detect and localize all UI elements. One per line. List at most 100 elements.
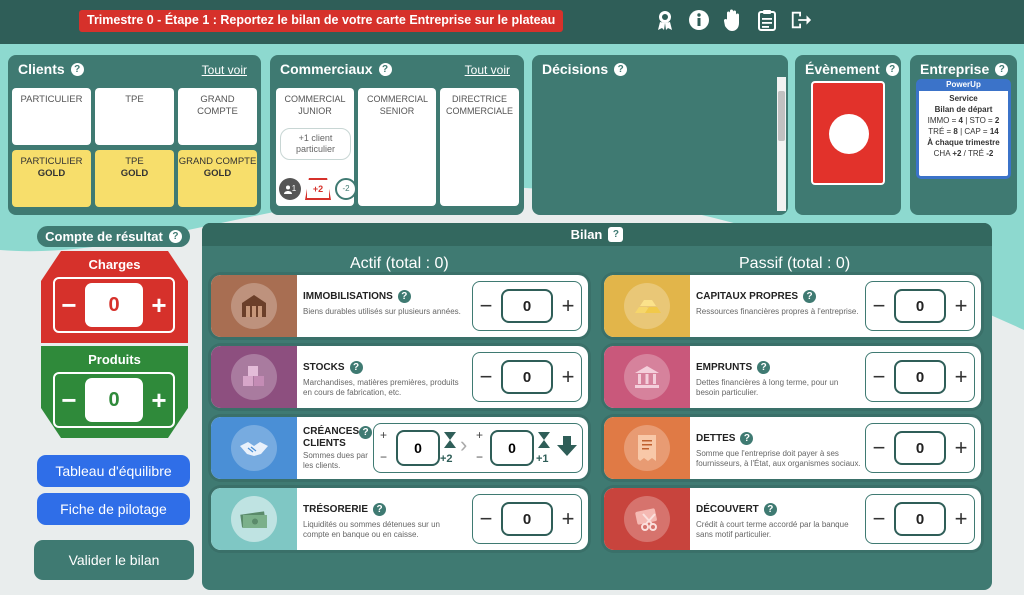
tresorerie-plus-button[interactable]: + <box>561 506 575 532</box>
clients-see-all-link[interactable]: Tout voir <box>202 63 247 77</box>
produits-block: Produits − 0 + <box>41 346 188 438</box>
produits-plus-button[interactable]: + <box>150 385 168 416</box>
help-icon[interactable]: ? <box>885 62 899 76</box>
commercial-senior-card[interactable]: COMMERCIAL SENIOR <box>358 88 436 206</box>
directrice-commerciale-card[interactable]: DIRECTRICE COMMERCIALE <box>440 88 519 206</box>
produits-counter: − 0 + <box>53 372 175 428</box>
row-title: TRÉSORERIE? <box>303 503 387 516</box>
stocks-plus-button[interactable]: + <box>561 364 575 390</box>
help-icon[interactable]: ? <box>168 230 182 243</box>
dettes-plus-button[interactable]: + <box>954 435 968 461</box>
help-icon[interactable]: ? <box>614 62 628 76</box>
produits-minus-button[interactable]: − <box>60 385 78 416</box>
card-scissors-icon <box>624 496 670 542</box>
delay-badge: -2 <box>335 178 357 200</box>
creances-plus-2-button[interactable]: + <box>476 428 483 442</box>
client-card-tpe-gold[interactable]: TPE GOLD <box>95 150 174 207</box>
clients-title-text: Clients <box>18 61 65 77</box>
event-card[interactable] <box>811 81 885 185</box>
arrow-down-icon[interactable] <box>557 436 577 461</box>
help-icon[interactable]: ? <box>359 426 372 439</box>
client-card-grand-compte-gold[interactable]: GRAND COMPTE GOLD <box>178 150 257 207</box>
commercial-card-label: COMMERCIAL JUNIOR <box>284 94 346 116</box>
compte-resultat-title-text: Compte de résultat <box>45 229 163 244</box>
award-icon[interactable] <box>654 8 676 32</box>
emprunts-minus-button[interactable]: − <box>872 364 886 390</box>
help-icon[interactable]: ? <box>378 62 392 76</box>
fiche-pilotage-button[interactable]: Fiche de pilotage <box>37 493 190 525</box>
delay-badge-value: -2 <box>342 184 350 193</box>
creances-value-2[interactable]: 0 <box>490 430 534 466</box>
tableau-equilibre-button[interactable]: Tableau d'équilibre <box>37 455 190 487</box>
tresorerie-minus-button[interactable]: − <box>479 506 493 532</box>
charges-value[interactable]: 0 <box>85 283 143 327</box>
client-card-label: PARTICULIER <box>20 94 83 105</box>
dettes-picture <box>604 417 690 479</box>
commerciaux-see-all-link[interactable]: Tout voir <box>465 63 510 77</box>
produits-value[interactable]: 0 <box>85 378 143 422</box>
help-icon[interactable]: ? <box>70 62 84 76</box>
user-count-badge: 1 <box>279 178 301 200</box>
dettes-value[interactable]: 0 <box>894 431 946 465</box>
commercial-card-label: COMMERCIAL SENIOR <box>367 94 429 116</box>
top-bar: Trimestre 0 - Étape 1 : Reportez le bila… <box>0 0 1024 44</box>
client-card-label: PARTICULIER <box>20 156 83 167</box>
info-icon[interactable] <box>688 8 710 32</box>
trimestre-effects: CHA +2 / TRÉ -2 <box>933 149 994 158</box>
commercial-junior-card[interactable]: COMMERCIAL JUNIOR +1 client particulier … <box>276 88 357 206</box>
exit-icon[interactable] <box>790 8 812 32</box>
charges-minus-button[interactable]: − <box>60 290 78 321</box>
help-icon[interactable]: ? <box>995 62 1009 76</box>
help-icon[interactable]: ? <box>349 361 363 374</box>
creances-minus-2-button[interactable]: − <box>476 450 483 464</box>
client-card-tpe[interactable]: TPE <box>95 88 174 145</box>
charges-plus-button[interactable]: + <box>150 290 168 321</box>
decisions-scrollbar[interactable] <box>777 77 786 211</box>
creances-plus-1-button[interactable]: + <box>380 428 387 442</box>
scrollbar-thumb[interactable] <box>778 91 785 141</box>
chaque-trimestre-label: À chaque trimestre <box>927 138 1000 147</box>
plus-client-badge: +1 client particulier <box>280 128 351 160</box>
immobilisations-minus-button[interactable]: − <box>479 293 493 319</box>
capitaux-value[interactable]: 0 <box>894 289 946 323</box>
client-card-grand-compte[interactable]: GRAND COMPTE <box>178 88 257 145</box>
evenement-title: Évènement ? <box>805 61 899 77</box>
client-card-particulier-gold[interactable]: PARTICULIER GOLD <box>12 150 91 207</box>
charges-counter: − 0 + <box>53 277 175 333</box>
immobilisations-plus-button[interactable]: + <box>561 293 575 319</box>
decisions-title: Décisions ? <box>542 61 628 77</box>
valider-bilan-button[interactable]: Valider le bilan <box>34 540 194 580</box>
help-icon[interactable]: ? <box>803 290 817 303</box>
help-icon[interactable]: ? <box>757 361 771 374</box>
help-icon[interactable]: ? <box>397 290 411 303</box>
creances-value-1[interactable]: 0 <box>396 430 440 466</box>
stocks-value[interactable]: 0 <box>501 360 553 394</box>
capitaux-plus-button[interactable]: + <box>954 293 968 319</box>
stocks-minus-button[interactable]: − <box>479 364 493 390</box>
creances-minus-1-button[interactable]: − <box>380 450 387 464</box>
emprunts-value[interactable]: 0 <box>894 360 946 394</box>
client-card-particulier[interactable]: PARTICULIER <box>12 88 91 145</box>
emprunts-plus-button[interactable]: + <box>954 364 968 390</box>
help-icon[interactable]: ? <box>608 227 624 242</box>
clipboard-icon[interactable] <box>756 8 778 32</box>
bank-icon <box>624 354 670 400</box>
bilan-depart-label: Bilan de départ <box>934 105 993 114</box>
decouvert-minus-button[interactable]: − <box>872 506 886 532</box>
capitaux-minus-button[interactable]: − <box>872 293 886 319</box>
entreprise-card[interactable]: PowerUp Service Bilan de départ IMMO = 4… <box>916 79 1011 179</box>
creances-row: CRÉANCES CLIENTS? Sommes dues par les cl… <box>211 417 588 479</box>
clients-title: Clients ? <box>18 61 84 77</box>
dettes-minus-button[interactable]: − <box>872 435 886 461</box>
help-icon[interactable]: ? <box>763 503 777 516</box>
decisions-title-text: Décisions <box>542 61 609 77</box>
help-icon[interactable]: ? <box>740 432 754 445</box>
tresorerie-value[interactable]: 0 <box>501 502 553 536</box>
decouvert-plus-button[interactable]: + <box>954 506 968 532</box>
hand-icon[interactable] <box>722 8 744 32</box>
charges-label: Charges <box>88 257 141 272</box>
cash-icon <box>231 496 277 542</box>
help-icon[interactable]: ? <box>373 503 387 516</box>
decouvert-value[interactable]: 0 <box>894 502 946 536</box>
immobilisations-value[interactable]: 0 <box>501 289 553 323</box>
